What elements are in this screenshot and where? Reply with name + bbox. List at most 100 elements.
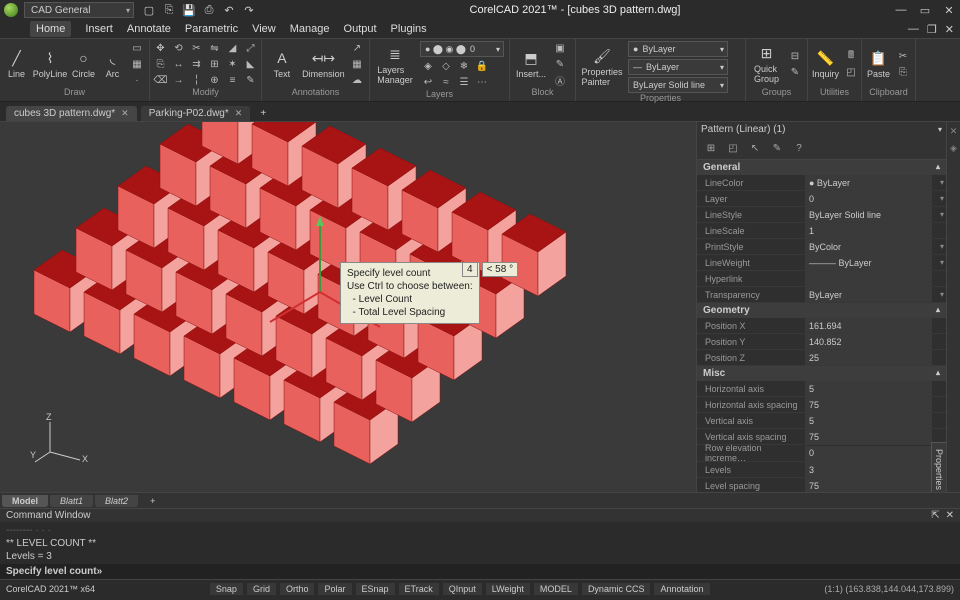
layer-freeze-icon[interactable]: ❄: [456, 59, 472, 73]
polyline-button[interactable]: ⌇PolyLine: [33, 41, 67, 87]
layout-tab-blatt2[interactable]: Blatt2: [95, 495, 138, 507]
cut-icon[interactable]: ✂: [895, 49, 911, 63]
pp-select-icon[interactable]: ◰: [725, 140, 741, 156]
scale-icon[interactable]: ⤢: [243, 41, 259, 55]
point-icon[interactable]: ·: [129, 73, 145, 87]
status-snap[interactable]: Snap: [210, 583, 243, 595]
tab-home[interactable]: Home: [30, 21, 71, 37]
tab-output[interactable]: Output: [344, 23, 377, 35]
mirror-icon[interactable]: ⇋: [207, 41, 223, 55]
cloud-icon[interactable]: ☁: [349, 73, 365, 87]
tab-annotate[interactable]: Annotate: [127, 23, 171, 35]
leader-icon[interactable]: ↗: [349, 41, 365, 55]
cmd-close-icon[interactable]: ✕: [946, 510, 954, 521]
tab-insert[interactable]: Insert: [85, 23, 113, 35]
paste-button[interactable]: 📋Paste: [866, 41, 891, 87]
prop-linestyle[interactable]: ByLayer Solid line: [805, 207, 932, 222]
offset-icon[interactable]: ⇉: [189, 57, 205, 71]
prop-h-axis[interactable]: 5: [805, 381, 932, 396]
new-icon[interactable]: ▢: [142, 3, 156, 17]
trim-icon[interactable]: ✂: [189, 41, 205, 55]
close-tab-icon[interactable]: ✕: [121, 108, 129, 119]
prop-levels[interactable]: 3: [805, 462, 932, 477]
layers-manager-button[interactable]: ≣Layers Manager: [374, 42, 416, 88]
dynamic-input-count[interactable]: 4: [462, 262, 478, 277]
layout-tab-blatt1[interactable]: Blatt1: [50, 495, 93, 507]
array-icon[interactable]: ⊞: [207, 57, 223, 71]
chamfer-icon[interactable]: ◣: [243, 57, 259, 71]
move-icon[interactable]: ✥: [153, 41, 169, 55]
undo-icon[interactable]: ↶: [222, 3, 236, 17]
align-icon[interactable]: ≡: [225, 73, 241, 87]
status-model[interactable]: MODEL: [534, 583, 578, 595]
pp-section-geometry[interactable]: Geometry: [697, 303, 946, 318]
gutter-pin-icon[interactable]: ◈: [950, 143, 957, 154]
rotate-icon[interactable]: ⟲: [171, 41, 187, 55]
layer-more-icon[interactable]: ⋯: [474, 75, 490, 89]
color-combo[interactable]: ● ByLayer: [628, 41, 728, 57]
prop-h-spacing[interactable]: 75: [805, 397, 932, 412]
prop-pos-x[interactable]: 161.694: [805, 318, 932, 333]
tab-view[interactable]: View: [252, 23, 276, 35]
prop-linecolor[interactable]: ● ByLayer: [805, 175, 932, 190]
layer-match-icon[interactable]: ≈: [438, 75, 454, 89]
tab-plugins[interactable]: Plugins: [391, 23, 427, 35]
text-button[interactable]: AText: [266, 41, 298, 87]
prop-lineweight[interactable]: ——— ByLayer: [805, 255, 932, 270]
minimize-icon[interactable]: —: [894, 4, 908, 17]
new-doc-tab[interactable]: +: [254, 106, 272, 121]
fillet-icon[interactable]: ◢: [225, 41, 241, 55]
redo-icon[interactable]: ↷: [242, 3, 256, 17]
dynamic-input[interactable]: 4 < 58 °: [462, 262, 518, 277]
hatch-icon[interactable]: ▦: [129, 57, 145, 71]
copy-icon[interactable]: ⎘: [153, 57, 169, 71]
layer-lock-icon[interactable]: 🔒: [474, 59, 490, 73]
pp-quick-select-icon[interactable]: ⊞: [703, 140, 719, 156]
properties-painter-button[interactable]: 🖌Properties Painter: [580, 44, 624, 90]
layout-tab-add[interactable]: +: [140, 495, 165, 507]
prop-linescale[interactable]: 1: [805, 223, 932, 238]
ungroup-icon[interactable]: ⊟: [787, 49, 803, 63]
cmd-pin-icon[interactable]: ⇱: [931, 510, 939, 521]
tab-manage[interactable]: Manage: [290, 23, 330, 35]
pp-toggle-icon[interactable]: ✎: [769, 140, 785, 156]
status-esnap[interactable]: ESnap: [356, 583, 395, 595]
table-icon[interactable]: ▦: [349, 57, 365, 71]
layer-prev-icon[interactable]: ↩: [420, 75, 436, 89]
circle-button[interactable]: ○Circle: [71, 41, 96, 87]
prop-transparency[interactable]: ByLayer: [805, 287, 932, 302]
dimension-button[interactable]: ↤↦Dimension: [302, 41, 345, 87]
arc-button[interactable]: ◟Arc: [100, 41, 125, 87]
status-lweight[interactable]: LWeight: [486, 583, 530, 595]
save-icon[interactable]: 💾: [182, 3, 196, 17]
doc-restore-icon[interactable]: ❐: [927, 23, 937, 36]
status-ortho[interactable]: Ortho: [280, 583, 315, 595]
status-etrack[interactable]: ETrack: [399, 583, 439, 595]
properties-entity-combo[interactable]: Pattern (Linear) (1): [697, 122, 946, 137]
maximize-icon[interactable]: ▭: [918, 4, 932, 17]
layer-state-combo[interactable]: ● ⬤ ◉ ⬤ 0: [420, 41, 504, 57]
prop-hyperlink[interactable]: [805, 271, 932, 286]
open-icon[interactable]: ⎘: [162, 3, 176, 17]
copy-clip-icon[interactable]: ⎘: [895, 65, 911, 79]
inquiry-button[interactable]: 📏Inquiry: [812, 41, 839, 87]
calc-icon[interactable]: 🖩: [843, 49, 859, 63]
prop-level-spacing[interactable]: 75: [805, 478, 932, 492]
explode-icon[interactable]: ✶: [225, 57, 241, 71]
pp-help-icon[interactable]: ?: [791, 140, 807, 156]
doc-minimize-icon[interactable]: —: [908, 23, 919, 36]
viewport-3d[interactable]: Specify level count Use Ctrl to choose b…: [0, 122, 696, 492]
doc-close-icon[interactable]: ✕: [945, 23, 954, 36]
prop-pos-z[interactable]: 25: [805, 350, 932, 365]
prop-row-elev[interactable]: 0: [805, 446, 932, 461]
extend-icon[interactable]: →: [171, 73, 187, 87]
layout-tab-model[interactable]: Model: [2, 495, 48, 507]
group-edit-icon[interactable]: ✎: [787, 65, 803, 79]
status-dccs[interactable]: Dynamic CCS: [582, 583, 651, 595]
block-create-icon[interactable]: ▣: [552, 41, 568, 55]
layer-off-icon[interactable]: ◇: [438, 59, 454, 73]
layer-iso-icon[interactable]: ◈: [420, 59, 436, 73]
pp-pick-icon[interactable]: ↖: [747, 140, 763, 156]
join-icon[interactable]: ⊕: [207, 73, 223, 87]
print-icon[interactable]: ⎙: [202, 3, 216, 17]
